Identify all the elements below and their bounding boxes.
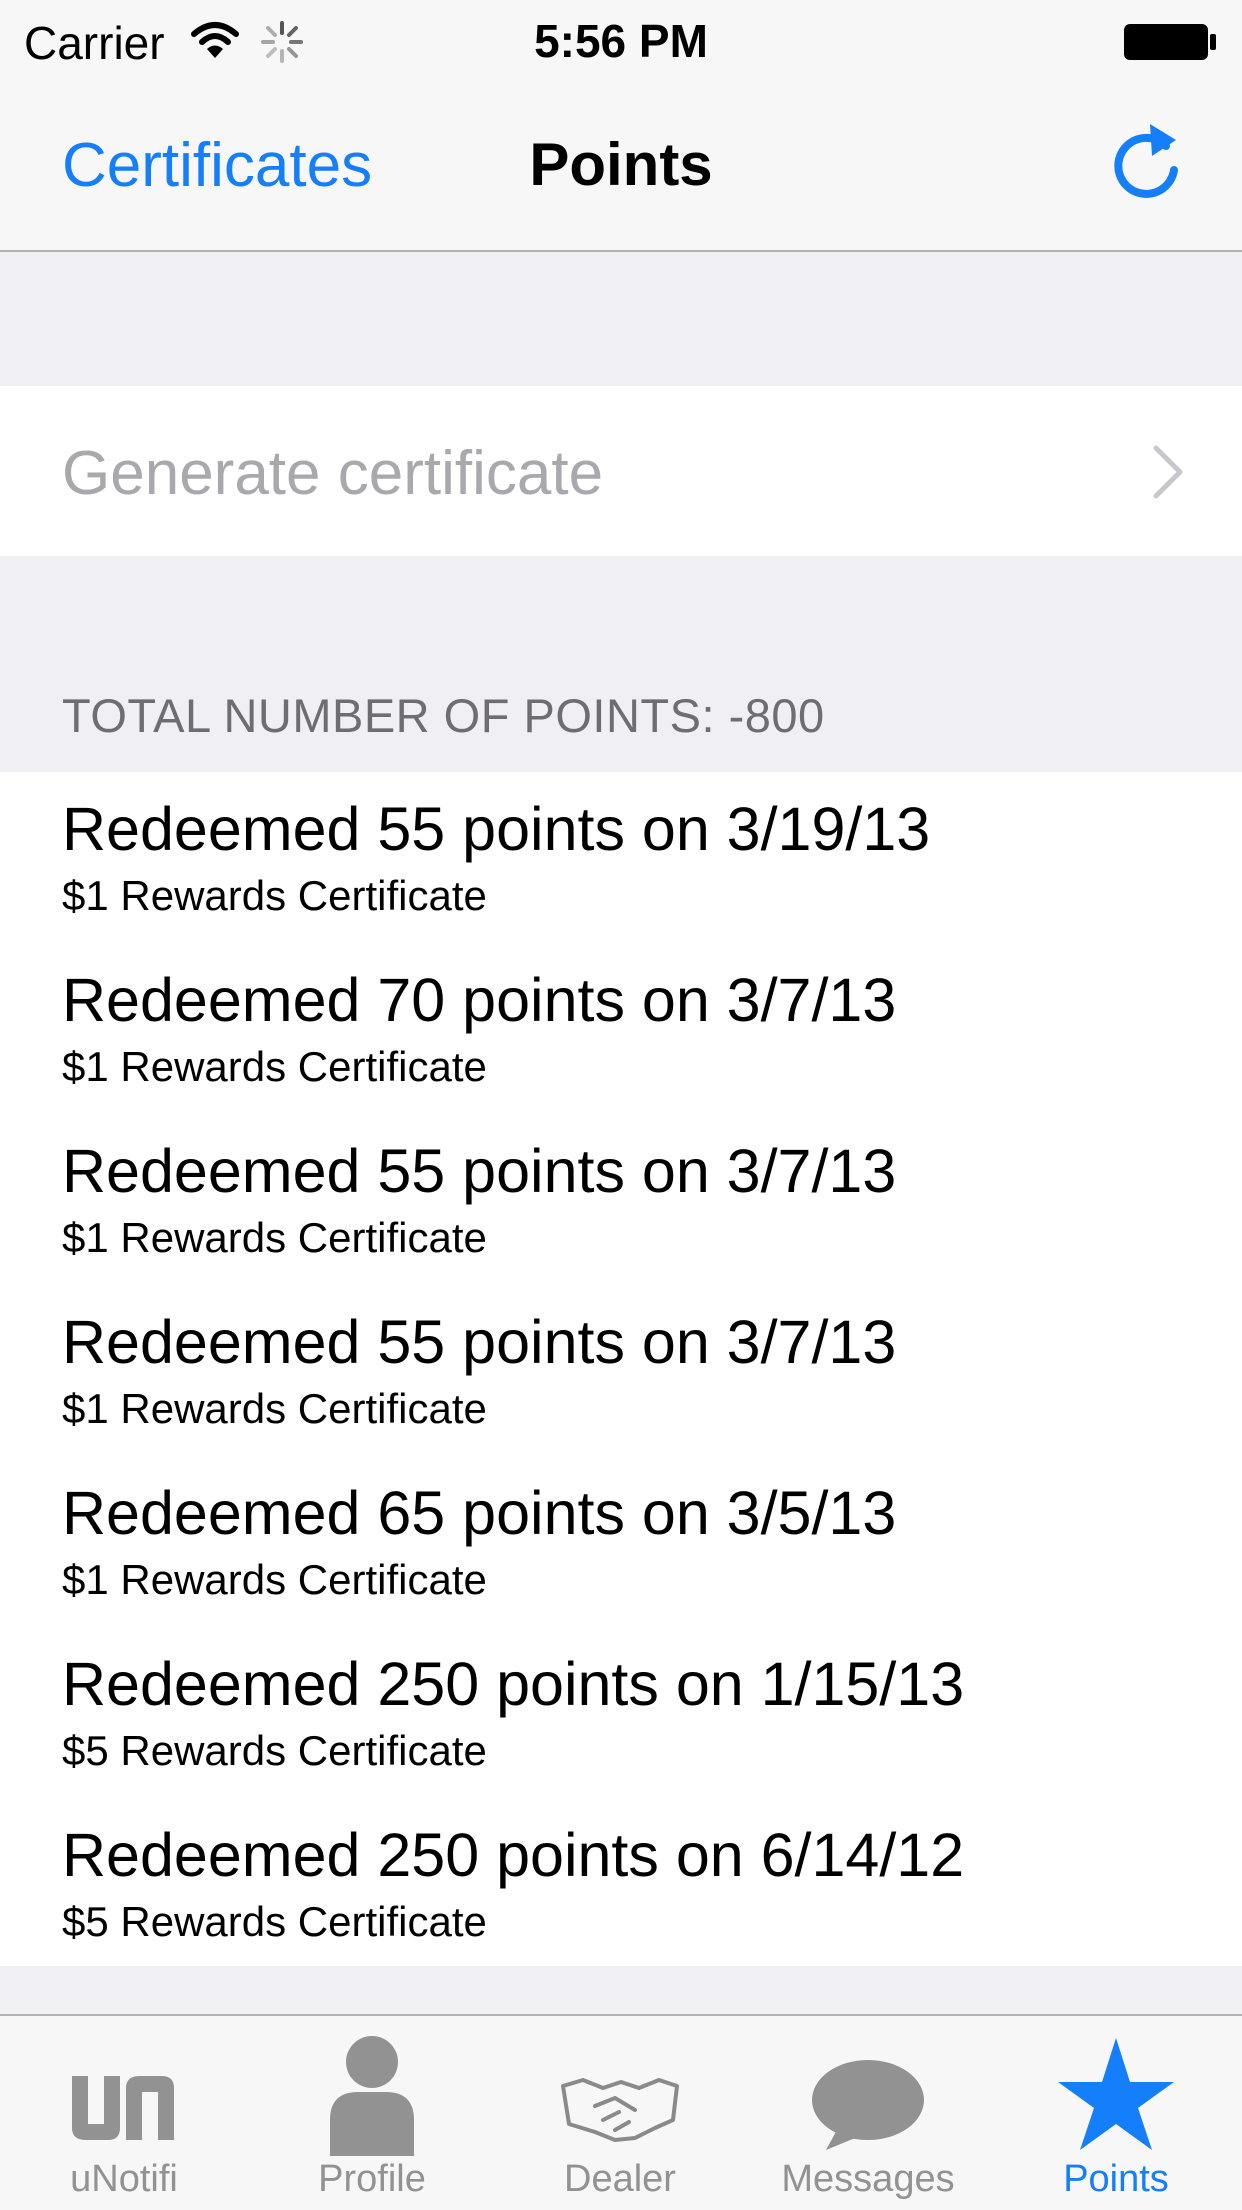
history-row-subtitle: $5 Rewards Certificate xyxy=(62,1898,487,1945)
history-row-subtitle: $1 Rewards Certificate xyxy=(62,1214,487,1261)
history-row-title: Redeemed 70 points on 3/7/13 xyxy=(62,966,897,1034)
handshake-icon xyxy=(496,2028,744,2156)
history-row-subtitle: $1 Rewards Certificate xyxy=(62,872,487,919)
history-row[interactable]: Redeemed 70 points on 3/7/13 $1 Rewards … xyxy=(0,943,1242,1114)
status-bar: Carrier 5:56 PM xyxy=(0,0,1242,84)
history-row-title: Redeemed 250 points on 6/14/12 xyxy=(62,1821,965,1889)
tab-points[interactable]: Points xyxy=(992,2016,1240,2210)
refresh-icon[interactable] xyxy=(1106,114,1186,215)
generate-certificate-label: Generate certificate xyxy=(62,439,604,508)
history-row[interactable]: Redeemed 55 points on 3/7/13 $1 Rewards … xyxy=(0,1114,1242,1285)
points-history-list: Redeemed 55 points on 3/19/13 $1 Rewards… xyxy=(0,772,1242,1966)
unotifi-logo-icon xyxy=(0,2028,248,2156)
tab-label: uNotifi xyxy=(70,2158,178,2200)
history-row-subtitle: $1 Rewards Certificate xyxy=(62,1043,487,1090)
tab-bar: uNotifi Profile Dealer Messages Points xyxy=(0,2014,1242,2210)
history-row[interactable]: Redeemed 55 points on 3/19/13 $1 Rewards… xyxy=(0,772,1242,943)
tab-messages[interactable]: Messages xyxy=(744,2016,992,2210)
star-icon xyxy=(992,2028,1240,2156)
tab-dealer[interactable]: Dealer xyxy=(496,2016,744,2210)
chevron-right-icon xyxy=(1152,444,1184,505)
status-time: 5:56 PM xyxy=(534,15,708,67)
tab-label: Dealer xyxy=(564,2158,676,2200)
tab-label: Messages xyxy=(781,2158,955,2200)
history-row[interactable]: Redeemed 250 points on 1/15/13 $5 Reward… xyxy=(0,1627,1242,1798)
generate-certificate-cell[interactable]: Generate certificate xyxy=(0,386,1242,556)
person-icon xyxy=(248,2028,496,2156)
history-row-title: Redeemed 55 points on 3/7/13 xyxy=(62,1137,897,1205)
page-title: Points xyxy=(529,131,713,198)
tab-label: Profile xyxy=(318,2158,426,2200)
history-row[interactable]: Redeemed 65 points on 3/5/13 $1 Rewards … xyxy=(0,1456,1242,1627)
history-row[interactable]: Redeemed 250 points on 6/14/12 $5 Reward… xyxy=(0,1798,1242,1969)
tab-label: Points xyxy=(1063,2158,1169,2200)
history-row-title: Redeemed 55 points on 3/7/13 xyxy=(62,1308,897,1376)
history-row-title: Redeemed 55 points on 3/19/13 xyxy=(62,795,931,863)
tab-unotifi[interactable]: uNotifi xyxy=(0,2016,248,2210)
history-row-title: Redeemed 250 points on 1/15/13 xyxy=(62,1650,965,1718)
history-row-title: Redeemed 65 points on 3/5/13 xyxy=(62,1479,897,1547)
navigation-bar: Certificates Points xyxy=(0,84,1242,252)
history-row-subtitle: $5 Rewards Certificate xyxy=(62,1727,487,1774)
history-row-subtitle: $1 Rewards Certificate xyxy=(62,1556,487,1603)
history-row[interactable]: Redeemed 55 points on 3/7/13 $1 Rewards … xyxy=(0,1285,1242,1456)
speech-bubble-icon xyxy=(744,2028,992,2156)
history-row-subtitle: $1 Rewards Certificate xyxy=(62,1385,487,1432)
tab-profile[interactable]: Profile xyxy=(248,2016,496,2210)
battery-icon xyxy=(1122,22,1218,67)
total-points-header: TOTAL NUMBER OF POINTS: -800 xyxy=(62,689,825,742)
